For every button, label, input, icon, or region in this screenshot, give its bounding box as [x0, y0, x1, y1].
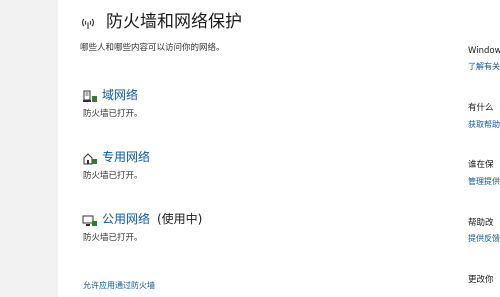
private-network-section: 专用网络 防火墙已打开。	[80, 148, 380, 188]
public-network-status: 防火墙已打开。	[83, 233, 143, 243]
rp-learn-more-link[interactable]: 了解有关	[468, 61, 500, 73]
antenna-signal-icon	[80, 15, 96, 31]
page-title: 防火墙和网络保护	[106, 12, 242, 32]
rp-feedback-link[interactable]: 提供反馈	[468, 233, 500, 245]
navigation-rail	[0, 0, 58, 297]
rp-question-title: 有什么	[468, 103, 494, 113]
main-content: 防火墙和网络保护 哪些人和哪些内容可以访问你的网络。 域网络 防火墙已打开。 专…	[80, 0, 450, 297]
allow-app-through-firewall-link[interactable]: 允许应用通过防火墙	[83, 280, 155, 292]
public-network-link[interactable]: 公用网络	[102, 210, 150, 228]
rp-change-title: 更改你	[468, 275, 494, 285]
domain-network-icon	[82, 89, 98, 103]
private-network-link[interactable]: 专用网络	[102, 148, 150, 166]
right-panel: Window 了解有关 有什么 获取帮助 谁在保 管理提供 帮助改 提供反馈 更…	[468, 0, 500, 297]
domain-network-status: 防火墙已打开。	[83, 109, 143, 119]
public-network-icon	[82, 213, 98, 227]
rp-get-help-link[interactable]: 获取帮助	[468, 119, 500, 131]
rp-manage-providers-link[interactable]: 管理提供	[468, 176, 500, 188]
domain-network-link[interactable]: 域网络	[102, 86, 138, 104]
active-network-label: (使用中)	[157, 212, 203, 226]
rp-who-protects-title: 谁在保	[468, 160, 494, 170]
private-network-status: 防火墙已打开。	[83, 171, 143, 181]
public-network-section: 公用网络 (使用中) 防火墙已打开。	[80, 210, 380, 250]
rp-windows-title: Window	[468, 46, 500, 56]
rp-help-improve-title: 帮助改	[468, 218, 494, 228]
private-network-icon	[82, 151, 98, 165]
domain-network-section: 域网络 防火墙已打开。	[80, 86, 380, 126]
page-subtitle: 哪些人和哪些内容可以访问你的网络。	[80, 43, 225, 53]
